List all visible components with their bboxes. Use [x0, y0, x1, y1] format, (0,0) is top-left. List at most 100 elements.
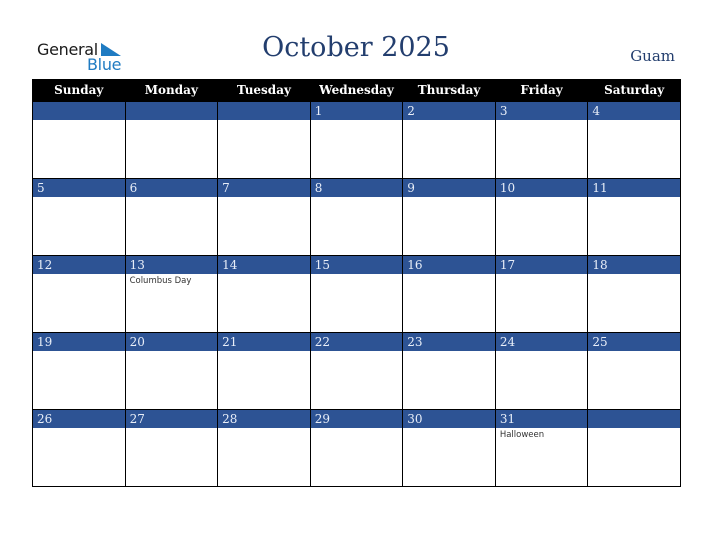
day-number: 3: [495, 102, 588, 120]
day-cell[interactable]: 3: [494, 101, 589, 179]
day-cell[interactable]: 9: [402, 178, 496, 256]
day-number: 19: [33, 333, 125, 351]
day-number: 16: [403, 256, 495, 274]
day-cell[interactable]: 5: [32, 178, 126, 256]
day-cell[interactable]: 10: [494, 178, 589, 256]
day-cell[interactable]: 20: [124, 332, 219, 410]
day-cell[interactable]: 28: [217, 409, 311, 487]
day-cell[interactable]: 13 Columbus Day: [124, 255, 219, 333]
day-cell[interactable]: 31 Halloween: [494, 409, 589, 487]
holiday-label: [403, 274, 495, 276]
day-cell[interactable]: [587, 409, 681, 487]
holiday-label: [496, 351, 588, 353]
holiday-label: [218, 428, 310, 430]
holiday-label: [311, 428, 403, 430]
day-cell[interactable]: [32, 101, 126, 179]
holiday-label: [126, 120, 218, 122]
day-number: 28: [218, 410, 310, 428]
day-cell[interactable]: 30: [402, 409, 496, 487]
day-cell[interactable]: 18: [587, 255, 681, 333]
day-number: 9: [403, 179, 495, 197]
day-number: 4: [588, 102, 680, 120]
holiday-label: [218, 351, 310, 353]
week-row: 1234: [32, 101, 681, 179]
day-number: 13: [125, 256, 218, 274]
holiday-label: [126, 351, 218, 353]
holiday-label: Columbus Day: [129, 276, 192, 286]
weekday-header-sunday: Sunday: [32, 79, 126, 102]
holiday-label: [588, 351, 680, 353]
day-number: [218, 102, 310, 120]
day-cell[interactable]: 21: [217, 332, 311, 410]
day-cell[interactable]: 16: [402, 255, 496, 333]
holiday-label: [588, 120, 680, 122]
day-cell[interactable]: 27: [124, 409, 219, 487]
week-row: 12 13 Columbus Day 14 15 16 17 18: [32, 255, 681, 333]
weekday-header-saturday: Saturday: [587, 79, 681, 102]
holiday-label: [403, 197, 495, 199]
holiday-label: [33, 428, 125, 430]
holiday-label: [126, 197, 218, 199]
holiday-label: [311, 351, 403, 353]
holiday-label: [218, 197, 310, 199]
weekday-header-thursday: Thursday: [402, 79, 496, 102]
day-cell[interactable]: 15: [309, 255, 404, 333]
weekday-header-monday: Monday: [124, 79, 219, 102]
holiday-label: [403, 351, 495, 353]
day-number: 27: [125, 410, 218, 428]
day-cell[interactable]: 2: [402, 101, 496, 179]
day-number: 22: [310, 333, 403, 351]
day-cell[interactable]: 1: [309, 101, 404, 179]
day-cell[interactable]: 24: [494, 332, 589, 410]
holiday-label: [33, 120, 125, 122]
holiday-label: [588, 197, 680, 199]
day-cell[interactable]: 25: [587, 332, 681, 410]
calendar-title: October 2025: [262, 32, 450, 63]
day-number: 21: [218, 333, 310, 351]
day-cell[interactable]: 8: [309, 178, 404, 256]
holiday-label: [588, 274, 680, 276]
day-number: [125, 102, 218, 120]
holiday-label: [496, 274, 588, 276]
day-cell[interactable]: 29: [309, 409, 404, 487]
holiday-label: [218, 274, 310, 276]
day-cell[interactable]: 14: [217, 255, 311, 333]
day-number: 26: [33, 410, 125, 428]
day-number: 20: [125, 333, 218, 351]
day-cell[interactable]: [124, 101, 219, 179]
holiday-label: [311, 274, 403, 276]
day-number: 5: [33, 179, 125, 197]
week-row: 5 6 7 8 9 10 11: [32, 178, 681, 256]
day-number: 11: [588, 179, 680, 197]
holiday-label: [218, 120, 310, 122]
day-number: 24: [495, 333, 588, 351]
day-cell[interactable]: 11: [587, 178, 681, 256]
day-number: 6: [125, 179, 218, 197]
holiday-label: [311, 120, 403, 122]
day-number: 12: [33, 256, 125, 274]
holiday-label: [126, 428, 218, 430]
day-number: 8: [310, 179, 403, 197]
holiday-label: [403, 428, 495, 430]
day-cell[interactable]: 7: [217, 178, 311, 256]
holiday-label: [496, 197, 588, 199]
day-cell[interactable]: 23: [402, 332, 496, 410]
holiday-label: [496, 120, 588, 122]
day-number: 15: [310, 256, 403, 274]
day-cell[interactable]: 26: [32, 409, 126, 487]
day-cell[interactable]: 19: [32, 332, 126, 410]
day-number: 1: [310, 102, 403, 120]
day-cell[interactable]: 22: [309, 332, 404, 410]
day-cell[interactable]: 12: [32, 255, 126, 333]
day-number: 17: [495, 256, 588, 274]
region-label: Guam: [630, 47, 675, 65]
holiday-label: [33, 197, 125, 199]
day-cell[interactable]: [217, 101, 311, 179]
day-cell[interactable]: 6: [124, 178, 219, 256]
day-number: 7: [218, 179, 310, 197]
day-cell[interactable]: 17: [494, 255, 589, 333]
day-number: 29: [310, 410, 403, 428]
day-number: 10: [495, 179, 588, 197]
weekday-header-friday: Friday: [494, 79, 589, 102]
day-cell[interactable]: 4: [587, 101, 681, 179]
